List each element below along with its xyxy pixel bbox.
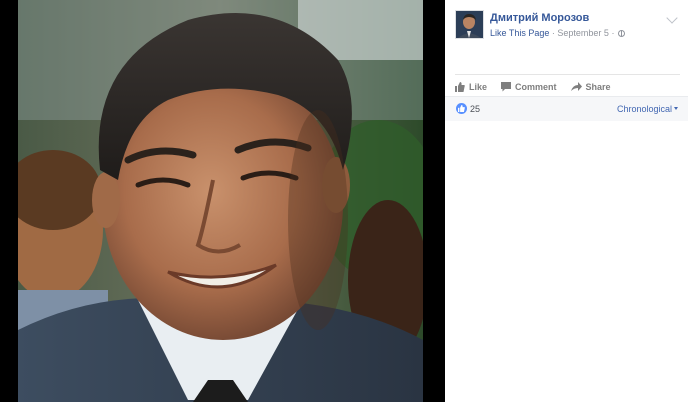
- post-details-panel: Дмитрий Морозов Like This Page · Septemb…: [445, 0, 688, 402]
- like-count[interactable]: 25: [470, 104, 480, 114]
- like-badge-icon[interactable]: [456, 103, 467, 114]
- reactions-bar: 25 Chronological: [445, 96, 688, 121]
- like-button[interactable]: Like: [455, 82, 487, 92]
- photo-stage: [0, 0, 445, 402]
- comment-sort-dropdown[interactable]: Chronological: [617, 104, 678, 114]
- post-meta: Like This Page · September 5 ·: [490, 28, 625, 38]
- share-label: Share: [585, 82, 611, 92]
- meta-separator: ·: [551, 28, 555, 38]
- post-header: Дмитрий Морозов Like This Page · Septemb…: [445, 0, 688, 72]
- caret-down-icon: [674, 107, 678, 110]
- meta-separator-2: ·: [611, 28, 615, 38]
- avatar[interactable]: [455, 10, 484, 39]
- share-icon: [570, 82, 582, 91]
- sort-label: Chronological: [616, 104, 672, 114]
- thumbs-up-icon: [458, 105, 465, 112]
- post-date[interactable]: September 5: [557, 28, 609, 38]
- avatar-image: [456, 11, 483, 38]
- post-actions: Like Comment Share: [455, 74, 680, 97]
- comment-icon: [501, 82, 512, 92]
- chevron-down-icon[interactable]: [666, 12, 678, 24]
- thumbs-up-icon: [455, 82, 465, 92]
- like-page-link[interactable]: Like This Page: [490, 28, 549, 38]
- post-photo[interactable]: [18, 0, 423, 402]
- share-button[interactable]: Share: [570, 82, 611, 92]
- portrait-image: [18, 0, 423, 402]
- page-name-link[interactable]: Дмитрий Морозов: [490, 12, 589, 24]
- comment-label: Comment: [515, 82, 557, 92]
- like-label: Like: [469, 82, 488, 92]
- comment-button[interactable]: Comment: [501, 82, 557, 92]
- globe-icon[interactable]: [617, 30, 625, 37]
